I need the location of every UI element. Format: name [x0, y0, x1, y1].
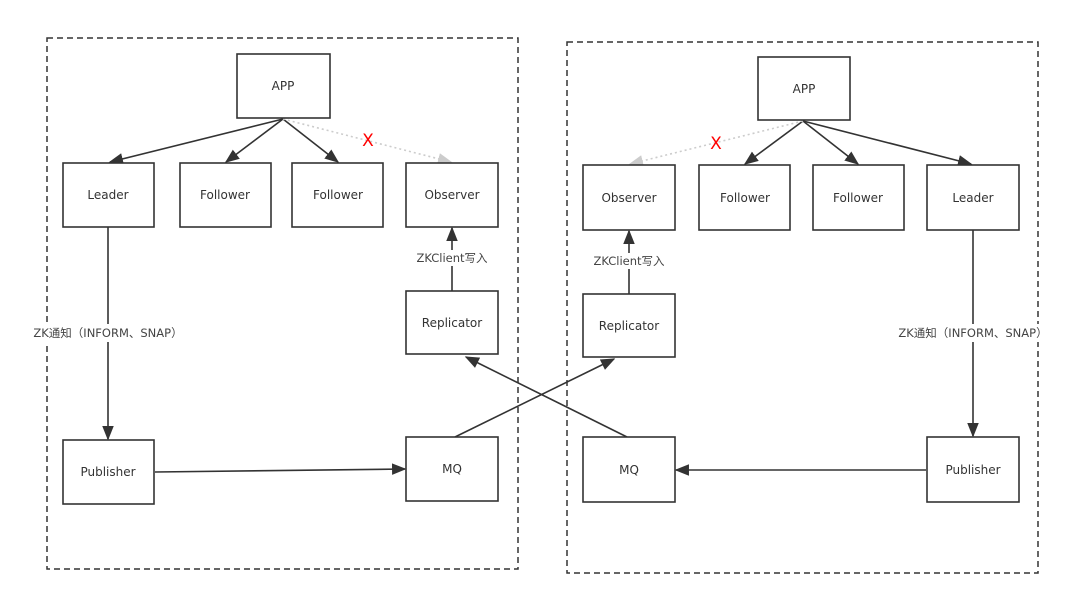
node-publisher-left: Publisher	[62, 439, 155, 505]
edge-publisher-mq-left	[154, 463, 407, 475]
node-label: Follower	[720, 191, 770, 205]
node-follower2-right: Follower	[812, 164, 905, 231]
node-label: Follower	[200, 188, 250, 202]
node-label: Leader	[952, 191, 993, 205]
node-label: APP	[272, 79, 295, 93]
node-replicator-left: Replicator	[405, 290, 499, 355]
node-app-left: APP	[236, 53, 331, 119]
node-mq-left: MQ	[405, 436, 499, 502]
node-label: Publisher	[80, 465, 135, 479]
node-label: MQ	[442, 462, 462, 476]
node-leader-left: Leader	[62, 162, 155, 228]
node-follower1-right: Follower	[698, 164, 791, 231]
zk-notify-label-right: ZK通知（INFORM、SNAP）	[898, 326, 1047, 340]
node-label: Replicator	[422, 316, 482, 330]
node-label: Leader	[87, 188, 128, 202]
edge-app-follower1-right	[743, 120, 804, 165]
node-label: MQ	[619, 463, 639, 477]
edge-app-follower2-left	[282, 118, 340, 163]
node-label: APP	[793, 82, 816, 96]
node-leader-right: Leader	[926, 164, 1020, 231]
diagram: X ZK通知（INFORM、SNAP） ZKClient写入 X ZK通知（IN…	[0, 0, 1080, 608]
node-publisher-right: Publisher	[926, 436, 1020, 503]
node-observer-right: Observer	[582, 164, 676, 231]
edge-mq-right-to-replicator-left	[464, 356, 628, 438]
zkclient-write-label-right: ZKClient写入	[593, 254, 665, 268]
node-app-right: APP	[757, 56, 851, 121]
node-label: Publisher	[945, 463, 1000, 477]
zkclient-write-label-left: ZKClient写入	[416, 251, 488, 265]
edge-app-leader-left	[108, 118, 284, 165]
edge-mq-left-to-replicator-right	[454, 358, 616, 438]
node-follower2-left: Follower	[291, 162, 384, 228]
zk-notify-label-left: ZK通知（INFORM、SNAP）	[33, 326, 182, 340]
node-observer-left: Observer	[405, 162, 499, 228]
node-label: Follower	[833, 191, 883, 205]
node-replicator-right: Replicator	[582, 293, 676, 358]
blocked-mark-left: X	[362, 131, 374, 151]
node-label: Follower	[313, 188, 363, 202]
node-label: Observer	[424, 188, 479, 202]
node-mq-right: MQ	[582, 436, 676, 503]
node-label: Replicator	[599, 319, 659, 333]
diagram-canvas: X ZK通知（INFORM、SNAP） ZKClient写入 X ZK通知（IN…	[30, 37, 1053, 574]
blocked-mark-right: X	[710, 134, 722, 154]
edge-app-leader-right	[802, 120, 973, 167]
node-label: Observer	[601, 191, 656, 205]
node-follower1-left: Follower	[179, 162, 272, 228]
